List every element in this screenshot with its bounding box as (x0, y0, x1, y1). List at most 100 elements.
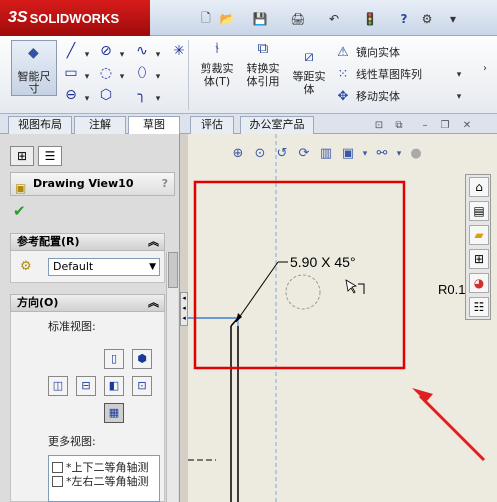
bottom-view-icon[interactable]: ⊡ (132, 376, 152, 396)
previous-view-icon[interactable]: ↺ (272, 144, 292, 164)
panel-scrollbar[interactable] (166, 252, 178, 502)
rectangle-dropdown-icon[interactable]: ▾ (82, 68, 92, 86)
ellipse-icon[interactable]: ⬯ (133, 64, 151, 82)
chamfer-dimension-label[interactable]: 5.90 X 45° (290, 254, 356, 270)
back-view-icon[interactable]: ▦ (104, 403, 124, 423)
ribbon-expand-icon[interactable]: › (476, 60, 494, 78)
right-view-icon[interactable]: ◧ (104, 376, 124, 396)
drawing-sheet (188, 134, 486, 502)
display-style-icon[interactable]: ▣ (338, 144, 358, 164)
standard-views-label: 标准视图: (48, 320, 96, 333)
ok-checkmark-icon[interactable]: ✔ (13, 202, 26, 220)
print-icon[interactable]: 🖨 (290, 10, 306, 28)
solidworks-logo[interactable]: 3S SOLIDWORKS (0, 0, 150, 36)
close-icon[interactable]: ✕ (460, 120, 474, 132)
home-icon[interactable]: ⌂ (469, 177, 489, 197)
ellipse-dropdown-icon[interactable]: ▾ (153, 68, 163, 86)
spline-icon[interactable]: ∿ (133, 42, 151, 60)
arc-icon[interactable]: ◌ (97, 64, 115, 82)
tab-office-products[interactable]: 办公室产品 (240, 116, 314, 134)
orientation-group-header[interactable]: 方向(O) ︽ (10, 294, 165, 312)
minimize-icon[interactable]: – (418, 120, 432, 132)
move-entities-button[interactable]: ✥ 移动实体 (334, 86, 400, 106)
title-bar: 3S SOLIDWORKS 🗋 📂 💾 🖨 ↶ 🚦 ? ⚙ ▾ (0, 0, 497, 36)
offset-entities-button[interactable]: ⧄ 等距实 体 (288, 49, 330, 97)
circle-dropdown-icon[interactable]: ▾ (117, 46, 127, 64)
point-icon[interactable]: ✳ (170, 42, 188, 60)
appearances-icon[interactable]: ◕ (469, 273, 489, 293)
spline-dropdown-icon[interactable]: ▾ (153, 46, 163, 64)
feature-manager-tab-icon[interactable]: ⊞ (10, 146, 34, 166)
reference-configuration-select[interactable]: Default ▼ (48, 258, 160, 276)
collapse-chevron-icon: ︽ (148, 296, 159, 309)
checkbox[interactable] (52, 461, 63, 473)
circle-icon[interactable]: ⊘ (97, 42, 115, 60)
restore-icon[interactable]: ❐ (438, 120, 452, 132)
polygon-icon[interactable]: ⬡ (97, 86, 115, 104)
convert-entities-button[interactable]: ⧉ 转换实 体引用 (242, 41, 284, 89)
rebuild-traffic-light-icon[interactable]: 🚦 (362, 10, 378, 28)
zoom-to-fit-icon[interactable]: ⊕ (228, 144, 248, 164)
tab-annotation[interactable]: 注解 (74, 116, 126, 134)
rotate-view-icon[interactable]: ⟳ (294, 144, 314, 164)
design-library-icon[interactable]: ▤ (469, 201, 489, 221)
hide-show-icon[interactable]: ⚯ (372, 144, 392, 164)
tab-sketch[interactable]: 草图 (128, 116, 180, 135)
fillet-dropdown-icon[interactable]: ▾ (153, 90, 163, 108)
mirror-entities-button[interactable]: ⚠ 镜向实体 (334, 42, 400, 62)
drawing-canvas[interactable] (188, 134, 497, 502)
dimension-leader (235, 261, 279, 323)
rectangle-icon[interactable]: ▭ (62, 64, 80, 82)
linear-pattern-icon: ⁙ (337, 66, 349, 82)
help-button[interactable]: ? (162, 173, 168, 195)
move-dropdown-icon[interactable]: ▾ (454, 88, 464, 106)
fillet-icon[interactable]: ╮ (133, 86, 151, 104)
new-document-icon[interactable]: 🗋 (198, 10, 214, 28)
appearance-icon[interactable]: ● (406, 144, 426, 164)
drawing-view-icon: ▣ (15, 181, 27, 195)
view-palette-icon[interactable]: ⊞ (469, 249, 489, 269)
pan-icon[interactable]: ▥ (316, 144, 336, 164)
trim-entities-button[interactable]: ⫮ 剪裁实 体(T) (196, 39, 238, 89)
open-folder-icon[interactable]: 📂 (218, 10, 236, 28)
top-view-icon[interactable]: ⊟ (76, 376, 96, 396)
isometric-view-icon[interactable]: ⬢ (132, 349, 152, 369)
help-icon[interactable]: ? (397, 10, 411, 28)
slot-dropdown-icon[interactable]: ▾ (82, 90, 92, 108)
more-views-list[interactable]: *上下二等角轴测 *左右二等角轴测 (48, 455, 160, 502)
property-manager-tab-icon[interactable]: ☰ (38, 146, 62, 166)
tile-window-icon[interactable]: ⊡ (372, 120, 386, 132)
quick-access-dropdown-icon[interactable]: ▾ (446, 10, 460, 28)
arc-dropdown-icon[interactable]: ▾ (117, 68, 127, 86)
ribbon-separator (188, 40, 189, 110)
custom-properties-icon[interactable]: ☷ (469, 297, 489, 317)
tab-view-layout[interactable]: 视图布局 (8, 116, 72, 134)
linear-pattern-button[interactable]: ⁙ 线性草图阵列 (334, 64, 422, 84)
line-dropdown-icon[interactable]: ▾ (82, 46, 92, 64)
mouse-cursor-icon (345, 279, 358, 294)
zoom-to-area-icon[interactable]: ⊙ (250, 144, 270, 164)
dimension-cursor-icon (358, 283, 365, 294)
reference-configuration-group-header[interactable]: 参考配置(R) ︽ (10, 233, 165, 251)
checkbox[interactable] (52, 475, 63, 487)
file-explorer-icon[interactable]: ▰ (469, 225, 489, 245)
trim-icon: ⫮ (215, 39, 219, 57)
scrollbar-thumb[interactable] (168, 252, 178, 288)
slot-icon[interactable]: ⊖ (62, 86, 80, 104)
save-icon[interactable]: 💾 (252, 10, 268, 28)
options-gear-icon[interactable]: ⚙ (420, 10, 434, 28)
linear-pattern-dropdown-icon[interactable]: ▾ (454, 66, 464, 84)
property-manager-title: ▣ Drawing View10 ? (10, 172, 175, 196)
undo-icon[interactable]: ↶ (326, 10, 342, 28)
line-icon[interactable]: ╱ (62, 42, 80, 60)
list-item[interactable]: *左右二等角轴测 (52, 473, 149, 489)
front-view-icon[interactable]: ▯ (104, 349, 124, 369)
restore-window-icon[interactable]: ⧉ (392, 120, 406, 132)
hide-show-dropdown-icon[interactable]: ▾ (394, 144, 404, 164)
tab-evaluate[interactable]: 评估 (190, 116, 234, 134)
radius-label[interactable]: R0.1 (438, 282, 465, 297)
panel-collapse-handle[interactable]: ◂ ◂ ◂ (180, 292, 188, 326)
smart-dimension-button[interactable]: ◆ 智能尺 寸 (11, 40, 57, 96)
left-view-icon[interactable]: ◫ (48, 376, 68, 396)
display-style-dropdown-icon[interactable]: ▾ (360, 144, 370, 164)
